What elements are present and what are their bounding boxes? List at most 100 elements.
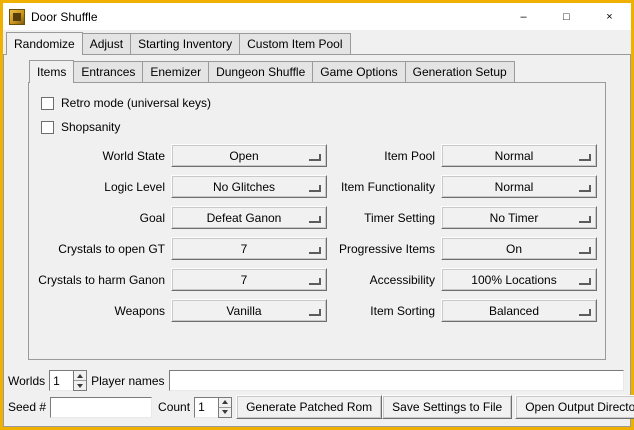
tab-enemizer[interactable]: Enemizer	[142, 61, 209, 82]
item-functionality-dropdown[interactable]: Normal	[441, 175, 597, 198]
minimize-button[interactable]: –	[502, 3, 545, 30]
worlds-row: Worlds Player names	[8, 370, 624, 391]
tab-randomize[interactable]: Randomize	[6, 32, 83, 55]
count-spinbox	[194, 397, 232, 418]
items-pane: Retro mode (universal keys) Shopsanity W…	[28, 82, 606, 360]
maximize-button[interactable]: □	[545, 3, 588, 30]
seed-input[interactable]	[50, 397, 152, 418]
world-state-dropdown[interactable]: Open	[171, 144, 327, 167]
weapons-dropdown[interactable]: Vanilla	[171, 299, 327, 322]
retro-mode-row: Retro mode (universal keys)	[41, 96, 597, 110]
item-pool-dropdown[interactable]: Normal	[441, 144, 597, 167]
crystals-open-gt-label: Crystals to open GT	[37, 242, 165, 256]
shopsanity-row: Shopsanity	[41, 120, 597, 134]
tab-custom-item-pool[interactable]: Custom Item Pool	[239, 33, 350, 54]
progressive-items-dropdown[interactable]: On	[441, 237, 597, 260]
shopsanity-checkbox[interactable]	[41, 121, 54, 134]
weapons-value: Vanilla	[226, 304, 271, 318]
app-window: Door Shuffle – □ × Randomize Adjust Star…	[0, 0, 634, 430]
accessibility-value: 100% Locations	[471, 273, 566, 287]
goal-value: Defeat Ganon	[207, 211, 292, 225]
app-icon	[9, 9, 25, 25]
worlds-spin-down-icon[interactable]	[74, 380, 86, 390]
menu-indicator-icon	[309, 216, 321, 223]
goal-label: Goal	[37, 211, 165, 225]
save-settings-button[interactable]: Save Settings to File	[382, 395, 512, 419]
crystals-harm-ganon-dropdown[interactable]: 7	[171, 268, 327, 291]
count-spin-arrows	[218, 397, 232, 418]
count-spin-up-icon[interactable]	[219, 398, 231, 407]
logic-level-label: Logic Level	[37, 180, 165, 194]
accessibility-label: Accessibility	[333, 273, 435, 287]
player-names-input[interactable]	[169, 370, 625, 391]
retro-mode-label: Retro mode (universal keys)	[61, 96, 211, 110]
item-sorting-value: Balanced	[489, 304, 549, 318]
seed-label: Seed #	[8, 400, 46, 414]
menu-indicator-icon	[309, 309, 321, 316]
seed-row: Seed # Count Generate Patched Rom Save S…	[8, 395, 624, 419]
worlds-spinbox	[49, 370, 87, 391]
timer-setting-value: No Timer	[490, 211, 549, 225]
crystals-harm-ganon-value: 7	[241, 273, 258, 287]
tab-game-options[interactable]: Game Options	[312, 61, 405, 82]
crystals-open-gt-dropdown[interactable]: 7	[171, 237, 327, 260]
menu-indicator-icon	[579, 247, 591, 254]
worlds-label: Worlds	[8, 374, 45, 388]
player-names-label: Player names	[91, 374, 164, 388]
tab-entrances[interactable]: Entrances	[73, 61, 143, 82]
menu-indicator-icon	[579, 216, 591, 223]
menu-indicator-icon	[579, 185, 591, 192]
window-title: Door Shuffle	[31, 10, 98, 24]
count-input[interactable]	[194, 397, 218, 418]
options-grid: World State Open Item Pool Normal Logic …	[37, 144, 597, 322]
tab-items[interactable]: Items	[29, 60, 74, 83]
bottom-right-buttons: Save Settings to File Open Output Direct…	[382, 395, 634, 419]
item-pool-value: Normal	[495, 149, 544, 163]
weapons-label: Weapons	[37, 304, 165, 318]
menu-indicator-icon	[579, 154, 591, 161]
item-pool-label: Item Pool	[333, 149, 435, 163]
tab-starting-inventory[interactable]: Starting Inventory	[130, 33, 240, 54]
open-output-directory-button[interactable]: Open Output Directory	[515, 395, 634, 419]
goal-dropdown[interactable]: Defeat Ganon	[171, 206, 327, 229]
tab-generation-setup[interactable]: Generation Setup	[405, 61, 515, 82]
timer-setting-dropdown[interactable]: No Timer	[441, 206, 597, 229]
tab-adjust[interactable]: Adjust	[82, 33, 131, 54]
count-spin-down-icon[interactable]	[219, 407, 231, 417]
worlds-spin-arrows	[73, 370, 87, 391]
logic-level-dropdown[interactable]: No Glitches	[171, 175, 327, 198]
item-sorting-dropdown[interactable]: Balanced	[441, 299, 597, 322]
world-state-value: Open	[229, 149, 268, 163]
menu-indicator-icon	[579, 309, 591, 316]
tab-dungeon-shuffle[interactable]: Dungeon Shuffle	[208, 61, 313, 82]
top-tab-bar: Randomize Adjust Starting Inventory Cust…	[3, 32, 631, 54]
accessibility-dropdown[interactable]: 100% Locations	[441, 268, 597, 291]
item-functionality-label: Item Functionality	[333, 180, 435, 194]
menu-indicator-icon	[579, 278, 591, 285]
window-controls: – □ ×	[502, 3, 631, 30]
menu-indicator-icon	[309, 247, 321, 254]
spacer	[28, 360, 606, 370]
item-functionality-value: Normal	[495, 180, 544, 194]
world-state-label: World State	[37, 149, 165, 163]
close-button[interactable]: ×	[588, 3, 631, 30]
window-body: Door Shuffle – □ × Randomize Adjust Star…	[3, 3, 631, 427]
item-sorting-label: Item Sorting	[333, 304, 435, 318]
crystals-open-gt-value: 7	[241, 242, 258, 256]
menu-indicator-icon	[309, 185, 321, 192]
progressive-items-label: Progressive Items	[333, 242, 435, 256]
worlds-input[interactable]	[49, 370, 73, 391]
crystals-harm-ganon-label: Crystals to harm Ganon	[37, 273, 165, 287]
retro-mode-checkbox[interactable]	[41, 97, 54, 110]
menu-indicator-icon	[309, 278, 321, 285]
progressive-items-value: On	[506, 242, 532, 256]
logic-level-value: No Glitches	[213, 180, 285, 194]
shopsanity-label: Shopsanity	[61, 120, 120, 134]
randomize-pane: Items Entrances Enemizer Dungeon Shuffle…	[3, 54, 631, 427]
worlds-spin-up-icon[interactable]	[74, 371, 86, 380]
inner-tab-bar: Items Entrances Enemizer Dungeon Shuffle…	[28, 60, 606, 82]
generate-patched-rom-button[interactable]: Generate Patched Rom	[236, 395, 382, 419]
count-label: Count	[158, 400, 190, 414]
menu-indicator-icon	[309, 154, 321, 161]
titlebar: Door Shuffle – □ ×	[3, 3, 631, 30]
